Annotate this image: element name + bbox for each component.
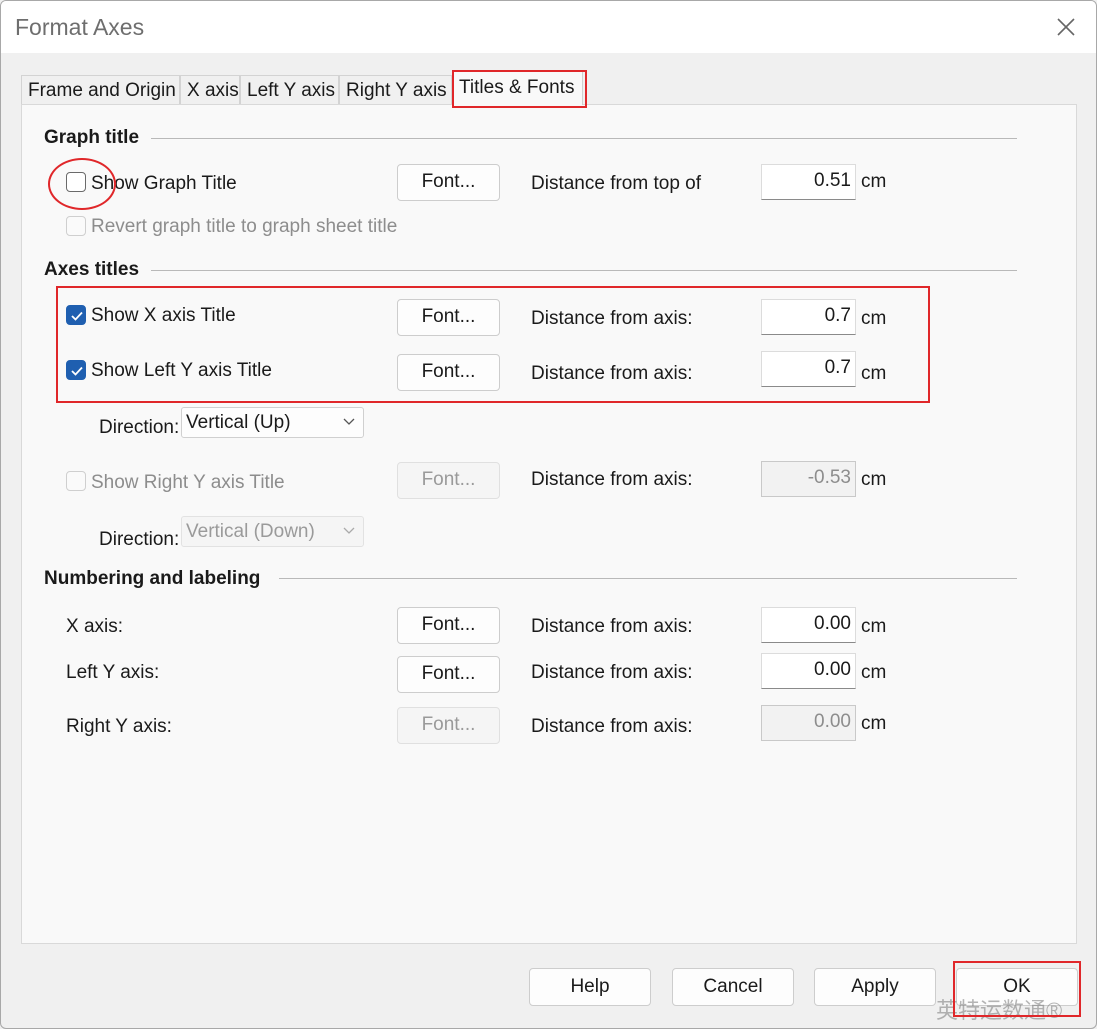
unit-label: cm: [861, 469, 887, 490]
right-y-direction-label: Direction:: [99, 529, 180, 550]
graph-title-font-button[interactable]: Font...: [397, 164, 500, 201]
show-right-y-axis-title-label: Show Right Y axis Title: [91, 472, 285, 493]
graph-title-heading: Graph title: [44, 127, 140, 148]
tab-left-y-axis[interactable]: Left Y axis: [240, 75, 339, 105]
help-button[interactable]: Help: [529, 968, 651, 1006]
numbering-x-axis-font-button[interactable]: Font...: [397, 607, 500, 644]
unit-label: cm: [861, 171, 887, 192]
divider: [151, 270, 1017, 271]
numbering-left-y-axis-font-button[interactable]: Font...: [397, 656, 500, 693]
numbering-right-y-axis-distance-label: Distance from axis:: [531, 716, 693, 737]
numbering-right-y-axis-font-button[interactable]: Font...: [397, 707, 500, 744]
unit-label: cm: [861, 713, 887, 734]
right-y-direction-select[interactable]: Vertical (Down): [181, 516, 364, 547]
close-icon: [1057, 18, 1075, 36]
numbering-x-axis-distance-label: Distance from axis:: [531, 616, 693, 637]
close-button[interactable]: [1052, 13, 1080, 41]
unit-label: cm: [861, 662, 887, 683]
cancel-button[interactable]: Cancel: [672, 968, 794, 1006]
tab-x-axis[interactable]: X axis: [180, 75, 240, 105]
show-right-y-axis-title-checkbox[interactable]: [66, 471, 86, 491]
chevron-down-icon: [343, 527, 355, 534]
window-title: Format Axes: [15, 14, 145, 40]
left-y-direction-select[interactable]: Vertical (Up): [181, 407, 364, 438]
highlight-axes-titles-box: [56, 286, 930, 403]
numbering-left-y-axis-label: Left Y axis:: [66, 662, 160, 683]
right-y-axis-title-distance-label: Distance from axis:: [531, 469, 693, 490]
revert-graph-title-label: Revert graph title to graph sheet title: [91, 216, 398, 237]
numbering-right-y-axis-label: Right Y axis:: [66, 716, 172, 737]
numbering-x-axis-distance-input[interactable]: 0.00: [761, 607, 856, 643]
numbering-left-y-axis-distance-label: Distance from axis:: [531, 662, 693, 683]
title-bar: Format Axes: [1, 1, 1096, 53]
divider: [279, 578, 1017, 579]
highlight-circle: [48, 158, 116, 210]
graph-title-distance-label: Distance from top of: [531, 173, 702, 194]
numbering-x-axis-label: X axis:: [66, 616, 124, 637]
divider: [151, 138, 1017, 139]
left-y-direction-label: Direction:: [99, 417, 180, 438]
unit-label: cm: [861, 616, 887, 637]
apply-button[interactable]: Apply: [814, 968, 936, 1006]
highlight-ok-box: [953, 961, 1081, 1017]
tab-frame-and-origin[interactable]: Frame and Origin: [21, 75, 180, 105]
numbering-left-y-axis-distance-input[interactable]: 0.00: [761, 653, 856, 689]
right-y-axis-title-font-button[interactable]: Font...: [397, 462, 500, 499]
chevron-down-icon: [343, 418, 355, 425]
numbering-right-y-axis-distance-input[interactable]: 0.00: [761, 705, 856, 741]
right-y-axis-title-distance-input[interactable]: -0.53: [761, 461, 856, 497]
tab-right-y-axis[interactable]: Right Y axis: [339, 75, 452, 105]
axes-titles-heading: Axes titles: [44, 259, 140, 280]
revert-graph-title-checkbox[interactable]: [66, 216, 86, 236]
highlight-tab-box: [452, 70, 587, 108]
format-axes-dialog: Format Axes Frame and Origin X axis Left…: [0, 0, 1097, 1029]
numbering-heading: Numbering and labeling: [44, 568, 261, 589]
graph-title-distance-input[interactable]: 0.51: [761, 164, 856, 200]
